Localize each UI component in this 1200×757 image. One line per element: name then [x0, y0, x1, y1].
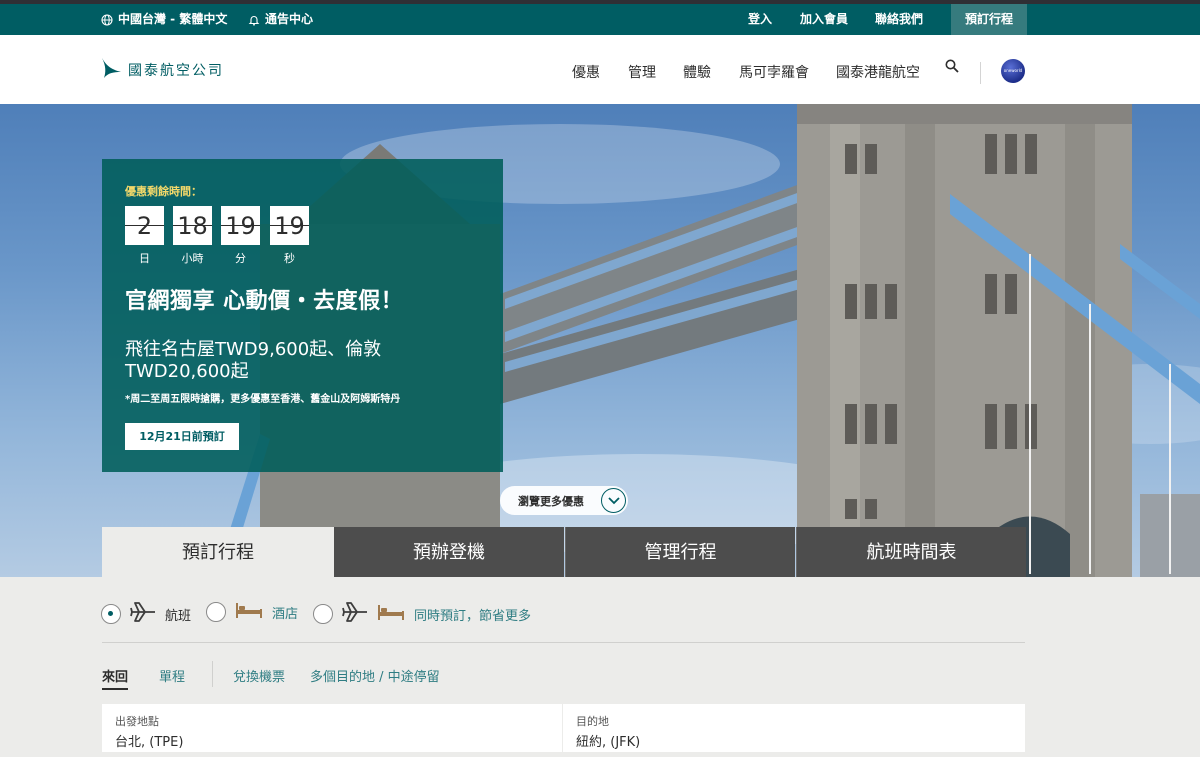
tab-book-trip[interactable]: 預訂行程	[102, 527, 334, 577]
search-button[interactable]	[945, 35, 959, 104]
trip-type-return[interactable]: 來回	[102, 666, 129, 690]
origin-field[interactable]: 出發地點 台北, (TPE)	[102, 704, 562, 752]
contact-link[interactable]: 聯絡我們	[875, 4, 923, 35]
nav-marco-polo[interactable]: 馬可孛羅會	[739, 35, 809, 104]
booking-panel: 航班 酒店 同時預訂，節省更多 來回 單程 兌換機票 多個目的地 / 中途停留 …	[0, 577, 1200, 757]
hero-banner: 優惠剩餘時間： 2 18 19 19 日 小時 分 秒 官網獨享 心動價・去度假…	[0, 104, 1200, 577]
hotel-radio[interactable]	[206, 602, 226, 622]
countdown-seconds: 19	[270, 206, 309, 245]
tab-timetable[interactable]: 航班時間表	[796, 527, 1026, 577]
join-link[interactable]: 加入會員	[800, 4, 848, 35]
more-deals-button[interactable]: 瀏覽更多優惠	[500, 486, 628, 515]
trip-type-multicity[interactable]: 多個目的地 / 中途停留	[310, 666, 440, 685]
notices-link[interactable]: 通告中心	[248, 4, 313, 35]
more-deals-label: 瀏覽更多優惠	[518, 494, 584, 508]
trip-type-divider	[212, 661, 213, 687]
trip-type-redeem[interactable]: 兌換機票	[233, 666, 285, 685]
option-flight[interactable]: 航班	[101, 601, 191, 627]
promo-book-button[interactable]: 12月21日前預訂	[125, 423, 239, 450]
hotel-label: 酒店	[272, 606, 299, 622]
nav-manage[interactable]: 管理	[628, 35, 656, 104]
plane-icon	[130, 601, 156, 627]
destination-label: 目的地	[576, 715, 609, 728]
flight-radio[interactable]	[101, 604, 121, 624]
option-flight-hotel[interactable]: 同時預訂，節省更多	[313, 601, 531, 627]
countdown-seconds-unit: 秒	[284, 252, 295, 265]
countdown-days-unit: 日	[139, 252, 150, 265]
promo-card: 優惠剩餘時間： 2 18 19 19 日 小時 分 秒 官網獨享 心動價・去度假…	[102, 159, 503, 472]
region-selector[interactable]: 中國台灣 - 繁體中文	[101, 4, 227, 35]
promo-headline: 官網獨享 心動價・去度假！	[125, 289, 404, 314]
nav-dragon[interactable]: 國泰港龍航空	[836, 35, 920, 104]
globe-icon	[101, 13, 113, 26]
booking-divider	[102, 642, 1025, 643]
option-hotel[interactable]: 酒店	[206, 601, 298, 623]
destination-field[interactable]: 目的地 紐約, (JFK)	[563, 704, 1025, 752]
countdown-minutes-unit: 分	[235, 252, 246, 265]
promo-subhead: 飛往名古屋TWD9,600起、倫敦TWD20,600起	[125, 339, 382, 382]
bell-icon	[248, 14, 260, 26]
search-icon	[945, 31, 959, 108]
logo-text: 國泰航空公司	[128, 63, 224, 79]
countdown-minutes: 19	[221, 206, 260, 245]
plane-icon	[342, 601, 368, 627]
destination-value: 紐約, (JFK)	[576, 735, 641, 750]
flight-label: 航班	[165, 608, 192, 624]
login-link[interactable]: 登入	[748, 4, 772, 35]
trip-type-oneway[interactable]: 單程	[159, 666, 185, 685]
tab-manage-booking[interactable]: 管理行程	[565, 527, 795, 577]
nav-deals[interactable]: 優惠	[572, 35, 600, 104]
bed-icon	[377, 603, 405, 625]
countdown-hours: 18	[173, 206, 212, 245]
oneworld-logo[interactable]: oneworld	[1001, 59, 1025, 83]
logo[interactable]: 國泰航空公司	[100, 57, 224, 83]
tab-check-in[interactable]: 預辦登機	[334, 527, 564, 577]
main-header: 國泰航空公司 優惠 管理 體驗 馬可孛羅會 國泰港龍航空 oneworld	[0, 35, 1200, 104]
flight-hotel-label: 同時預訂，節省更多	[414, 608, 532, 624]
countdown-hours-unit: 小時	[181, 252, 204, 265]
brushwing-logo-icon	[100, 57, 122, 83]
notices-label: 通告中心	[265, 12, 314, 26]
book-trip-link[interactable]: 預訂行程	[951, 4, 1028, 35]
origin-value: 台北, (TPE)	[115, 735, 184, 750]
promo-note: *周二至周五限時搶購，更多優惠至香港、舊金山及阿姆斯特丹	[125, 394, 401, 405]
countdown-days: 2	[125, 206, 164, 245]
utility-bar: 中國台灣 - 繁體中文 通告中心 登入 加入會員 聯絡我們 預訂行程	[0, 4, 1200, 35]
nav-divider	[980, 62, 981, 84]
chevron-down-icon	[601, 488, 626, 513]
countdown-label: 優惠剩餘時間：	[125, 185, 202, 198]
region-label: 中國台灣 - 繁體中文	[118, 12, 228, 26]
origin-label: 出發地點	[115, 715, 159, 728]
bed-icon	[235, 601, 263, 623]
nav-experience[interactable]: 體驗	[683, 35, 711, 104]
flight-hotel-radio[interactable]	[313, 604, 333, 624]
